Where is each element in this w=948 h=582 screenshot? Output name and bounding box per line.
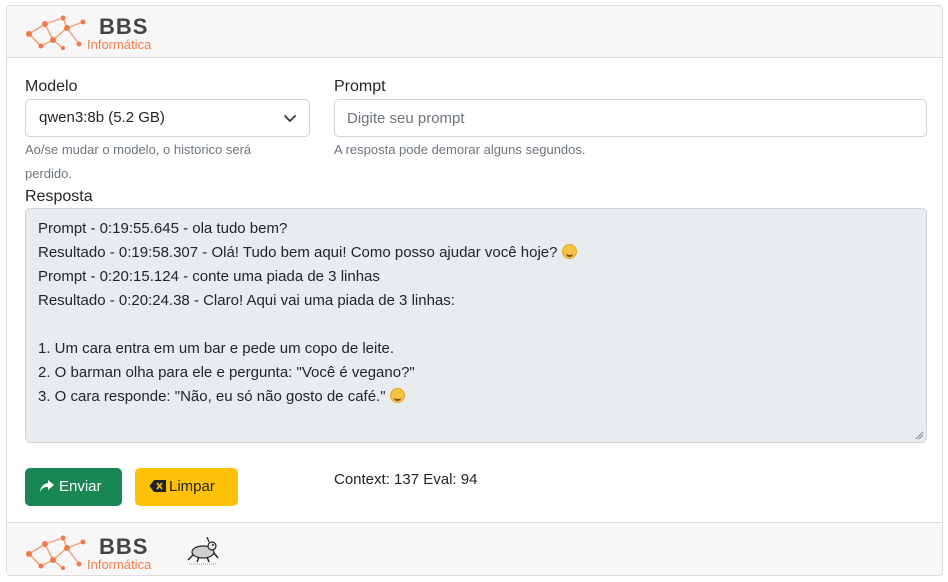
prompt-label: Prompt	[334, 78, 386, 95]
model-selected-value: qwen3:8b (5.2 GB)	[39, 109, 165, 126]
prompt-help-text: A resposta pode demorar alguns segundos.	[334, 142, 586, 157]
response-textarea[interactable]: Prompt - 0:19:55.645 - ola tudo bem? Res…	[25, 208, 927, 443]
grinning-face-emoji-icon	[389, 388, 405, 403]
response-label: Resposta	[25, 188, 93, 205]
card-header: BBS Informática	[7, 6, 942, 58]
card-footer: BBS Informática	[7, 522, 942, 575]
token-stats: Context: 137 Eval: 94	[334, 471, 478, 488]
chevron-down-icon	[284, 115, 296, 122]
send-button-label: Enviar	[59, 478, 102, 495]
prompt-input[interactable]	[334, 99, 927, 137]
response-line: 2. O barman olha para ele e pergunta: "V…	[38, 364, 415, 381]
response-line: 3. O cara responde: "Não, eu só não gost…	[38, 385, 914, 409]
response-line	[38, 313, 914, 337]
mascot-icon	[187, 536, 219, 565]
model-help-text: Ao/se mudar o modelo, o historico será p…	[25, 138, 251, 186]
backspace-icon	[149, 480, 166, 492]
brand-logo: BBS Informática	[23, 12, 173, 52]
smiling-face-emoji-icon	[561, 244, 577, 259]
clear-button[interactable]: Limpar	[135, 468, 238, 506]
response-line: Prompt - 0:20:15.124 - conte uma piada d…	[38, 268, 380, 285]
share-arrow-icon	[40, 480, 54, 492]
model-label: Modelo	[25, 78, 78, 95]
footer-brand-sub: Informática	[87, 557, 152, 572]
send-button[interactable]: Enviar	[25, 468, 122, 506]
main-card: BBS Informática Modelo qwen3:8b (5.2 GB)…	[6, 5, 943, 576]
response-line: Resultado - 0:19:58.307 - Olá! Tudo bem …	[38, 241, 914, 265]
clear-button-label: Limpar	[169, 478, 215, 495]
response-line: 1. Um cara entra em um bar e pede um cop…	[38, 340, 395, 357]
resize-grip-icon[interactable]	[915, 431, 924, 440]
footer-brand-logo: BBS Informática	[23, 532, 173, 572]
brand-sub: Informática	[87, 37, 152, 52]
model-select[interactable]: qwen3:8b (5.2 GB)	[25, 99, 310, 137]
response-line: Resultado - 0:20:24.38 - Claro! Aqui vai…	[38, 292, 455, 309]
response-line: Prompt - 0:19:55.645 - ola tudo bem?	[38, 220, 288, 237]
model-help-line-1: Ao/se mudar o modelo, o historico será	[25, 142, 252, 157]
model-help-line-2: perdido.	[25, 166, 72, 181]
